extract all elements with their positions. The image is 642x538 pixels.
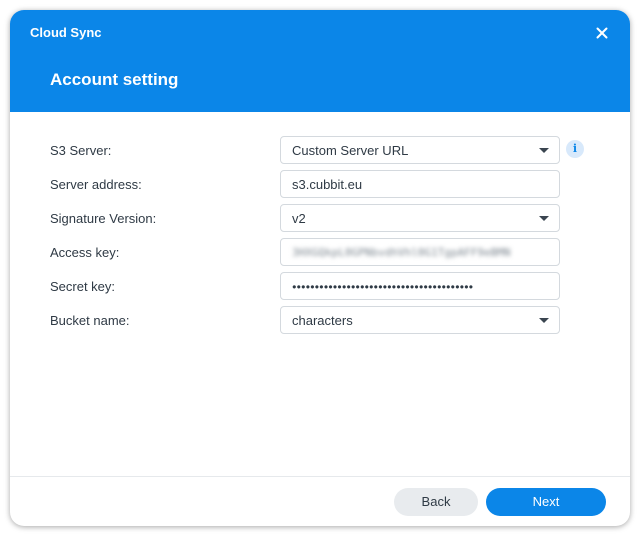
chevron-down-icon xyxy=(539,318,549,323)
access-key-value: 3HXGQkpL0GPNbvdhVhl0G1TgpAFF9eBMN xyxy=(292,246,511,259)
signature-version-label: Signature Version: xyxy=(50,211,157,226)
access-key-input[interactable]: 3HXGQkpL0GPNbvdhVhl0G1TgpAFF9eBMN xyxy=(280,238,560,266)
secret-key-label: Secret key: xyxy=(50,279,116,294)
s3-server-value: Custom Server URL xyxy=(292,143,409,158)
access-key-label: Access key: xyxy=(50,245,120,260)
server-address-label: Server address: xyxy=(50,177,142,192)
server-address-input[interactable]: s3.cubbit.eu xyxy=(280,170,560,198)
bucket-name-row: Bucket name: characters xyxy=(10,306,630,334)
chevron-down-icon xyxy=(539,216,549,221)
info-icon-glyph: i xyxy=(572,142,578,155)
s3-server-row: S3 Server: Custom Server URL i xyxy=(10,136,630,164)
next-button[interactable]: Next xyxy=(486,488,606,516)
s3-server-select[interactable]: Custom Server URL xyxy=(280,136,560,164)
secret-key-input[interactable]: ●●●●●●●●●●●●●●●●●●●●●●●●●●●●●●●●●●●●●●●● xyxy=(280,272,560,300)
server-address-row: Server address: s3.cubbit.eu xyxy=(10,170,630,198)
cloud-sync-dialog: Cloud Sync Account setting S3 Server: Cu… xyxy=(10,10,630,526)
dialog-header: Cloud Sync Account setting xyxy=(10,10,630,112)
signature-version-value: v2 xyxy=(292,211,306,226)
secret-key-row: Secret key: ●●●●●●●●●●●●●●●●●●●●●●●●●●●●… xyxy=(10,272,630,300)
s3-server-label: S3 Server: xyxy=(50,143,112,158)
signature-version-row: Signature Version: v2 xyxy=(10,204,630,232)
close-icon[interactable] xyxy=(592,23,612,43)
bucket-name-select[interactable]: characters xyxy=(280,306,560,334)
bucket-name-label: Bucket name: xyxy=(50,313,130,328)
footer-divider xyxy=(10,476,630,477)
bucket-name-value: characters xyxy=(292,313,353,328)
secret-key-value: ●●●●●●●●●●●●●●●●●●●●●●●●●●●●●●●●●●●●●●●● xyxy=(292,282,474,291)
server-address-value: s3.cubbit.eu xyxy=(292,177,363,192)
page-title: Account setting xyxy=(50,70,179,89)
info-icon[interactable]: i xyxy=(566,140,584,158)
chevron-down-icon xyxy=(539,148,549,153)
access-key-row: Access key: 3HXGQkpL0GPNbvdhVhl0G1TgpAFF… xyxy=(10,238,630,266)
back-button[interactable]: Back xyxy=(394,488,478,516)
signature-version-select[interactable]: v2 xyxy=(280,204,560,232)
app-title: Cloud Sync xyxy=(30,25,102,40)
